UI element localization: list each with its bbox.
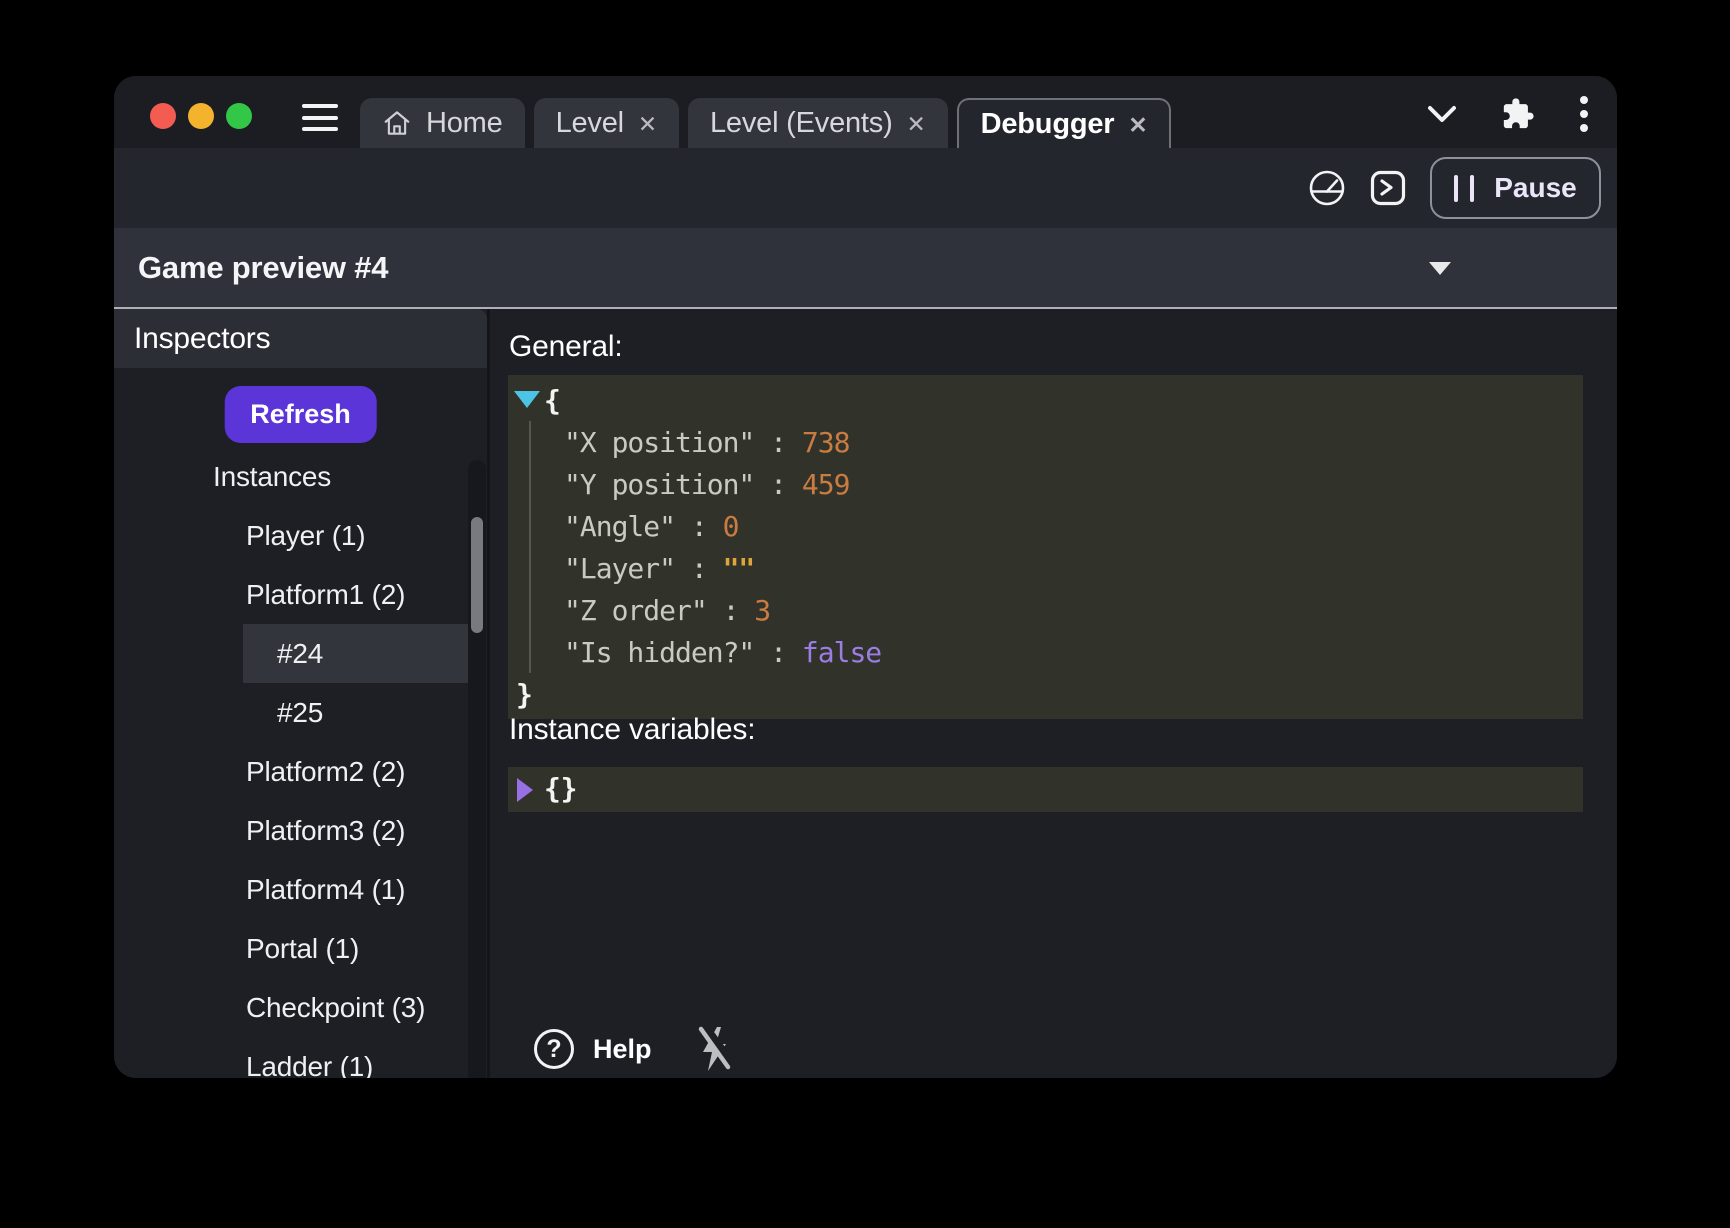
tree-item-portal-1[interactable]: Portal (1) (114, 919, 487, 978)
json-key: "Angle" : (564, 510, 723, 543)
close-tab-icon[interactable]: ✕ (907, 111, 926, 136)
instance-inspector-panel: General: {"X position" : 738"Y position"… (493, 309, 1617, 1078)
tabs: Home Level ✕ Level (Events) ✕ Debugger ✕ (360, 98, 1171, 148)
json-key: "Y position" : (564, 468, 802, 501)
tree-item-platform4-1[interactable]: Platform4 (1) (114, 860, 487, 919)
tree-item-checkpoint-3[interactable]: Checkpoint (3) (114, 978, 487, 1037)
tree-item-25[interactable]: #25 (114, 683, 487, 742)
tree-item-label: Ladder (1) (246, 1051, 373, 1079)
tree-item-player-1[interactable]: Player (1) (114, 506, 487, 565)
game-preview-header[interactable]: Game preview #4 (114, 228, 1617, 307)
json-row: "Angle" : 0 (508, 505, 1583, 547)
tab-label: Debugger (981, 108, 1115, 141)
tree-item-ladder-1[interactable]: Ladder (1) (114, 1037, 487, 1078)
pause-icon (1454, 175, 1474, 202)
chevron-down-icon[interactable] (1427, 105, 1457, 123)
tree-item-label: Platform3 (2) (246, 815, 405, 847)
minimize-window-button[interactable] (188, 103, 214, 129)
help-label: Help (593, 1034, 652, 1065)
screen-background: Home Level ✕ Level (Events) ✕ Debugger ✕ (0, 0, 1730, 1228)
window-controls (150, 103, 252, 129)
pause-button[interactable]: Pause (1430, 157, 1601, 219)
tree-item-label: Platform1 (2) (246, 579, 405, 611)
more-options-icon[interactable] (1579, 95, 1589, 133)
json-value: 3 (754, 594, 770, 627)
tree-item-label: Platform4 (1) (246, 874, 405, 906)
profiler-gauge-icon[interactable] (1308, 169, 1346, 207)
json-row: "Layer" : "" (508, 547, 1583, 589)
tree-item-24[interactable]: #24 (114, 624, 487, 683)
pause-label: Pause (1494, 172, 1577, 204)
general-section-label: General: (509, 330, 622, 364)
sidebar-scrollbar-thumb[interactable] (471, 517, 483, 633)
json-row: } (508, 673, 1583, 715)
json-row: "Is hidden?" : false (508, 631, 1583, 673)
game-preview-title: Game preview #4 (138, 250, 388, 286)
debugger-toolbar: Pause (114, 148, 1617, 228)
tree-item-label: Platform2 (2) (246, 756, 405, 788)
tab-label: Level (556, 107, 624, 140)
main-menu-icon[interactable] (302, 104, 338, 131)
json-row: { (508, 379, 1583, 421)
tab-bar: Home Level ✕ Level (Events) ✕ Debugger ✕ (114, 76, 1617, 148)
home-icon (382, 108, 412, 138)
json-key: "X position" : (564, 426, 802, 459)
tab-actions (1427, 92, 1589, 136)
json-value: false (802, 636, 881, 669)
expand-variables-icon[interactable] (517, 778, 533, 802)
json-value: 459 (802, 468, 850, 501)
json-row: "X position" : 738 (508, 421, 1583, 463)
inspectors-header: Inspectors (114, 309, 487, 368)
question-mark-icon: ? (534, 1029, 574, 1069)
sidebar-scrollbar-track[interactable] (468, 460, 486, 1078)
json-value: 738 (802, 426, 850, 459)
tree-item-label: Player (1) (246, 520, 365, 552)
tab-label: Home (426, 107, 503, 140)
json-row: "Z order" : 3 (508, 589, 1583, 631)
tab-home[interactable]: Home (360, 98, 525, 148)
json-brace: } (516, 678, 532, 711)
json-key: "Z order" : (564, 594, 754, 627)
collapse-caret-icon[interactable] (1429, 262, 1451, 275)
tab-level-events[interactable]: Level (Events) ✕ (688, 98, 948, 148)
inspectors-header-label: Inspectors (134, 322, 270, 356)
help-button[interactable]: ? Help (534, 1029, 652, 1069)
json-key: "Layer" : (564, 552, 723, 585)
close-tab-icon[interactable]: ✕ (638, 111, 657, 136)
help-row: ? Help (534, 1025, 735, 1073)
debugger-content: Inspectors Refresh Instances Player (1) Pl… (114, 309, 1617, 1078)
inspectors-sidebar: Inspectors Refresh Instances Player (1) Pl… (114, 309, 490, 1078)
tree-item-platform3-2[interactable]: Platform3 (2) (114, 801, 487, 860)
instance-variables-block: {} (508, 767, 1583, 812)
json-row: "Y position" : 459 (508, 463, 1583, 505)
json-value: "" (723, 552, 755, 585)
close-window-button[interactable] (150, 103, 176, 129)
collapse-general-icon[interactable] (514, 391, 540, 408)
app-window: Home Level ✕ Level (Events) ✕ Debugger ✕ (114, 76, 1617, 1078)
tree-item-platform2-2[interactable]: Platform2 (2) (114, 742, 487, 801)
general-properties-block: {"X position" : 738"Y position" : 459"An… (508, 375, 1583, 719)
tree-item-label: #24 (277, 638, 323, 670)
variables-empty-value: {} (544, 772, 577, 805)
refresh-button[interactable]: Refresh (224, 386, 377, 443)
instances-root-item[interactable]: Instances (114, 447, 487, 506)
json-value: 0 (723, 510, 739, 543)
tab-debugger[interactable]: Debugger ✕ (957, 98, 1172, 148)
close-tab-icon[interactable]: ✕ (1128, 112, 1147, 137)
tree-item-label: Instances (213, 461, 331, 493)
json-key: "Is hidden?" : (564, 636, 802, 669)
tab-level[interactable]: Level ✕ (534, 98, 679, 148)
tree-item-label: Checkpoint (3) (246, 992, 425, 1024)
tree-item-platform1-2[interactable]: Platform1 (2) (114, 565, 487, 624)
tree-item-label: Portal (1) (246, 933, 359, 965)
extensions-puzzle-icon[interactable] (1501, 97, 1535, 131)
tab-label: Level (Events) (710, 107, 893, 140)
flash-off-icon[interactable] (695, 1025, 735, 1073)
zoom-window-button[interactable] (226, 103, 252, 129)
json-brace: { (544, 384, 560, 417)
console-icon[interactable] (1370, 170, 1406, 206)
tree-item-label: #25 (277, 697, 323, 729)
instance-variables-label: Instance variables: (509, 713, 755, 747)
